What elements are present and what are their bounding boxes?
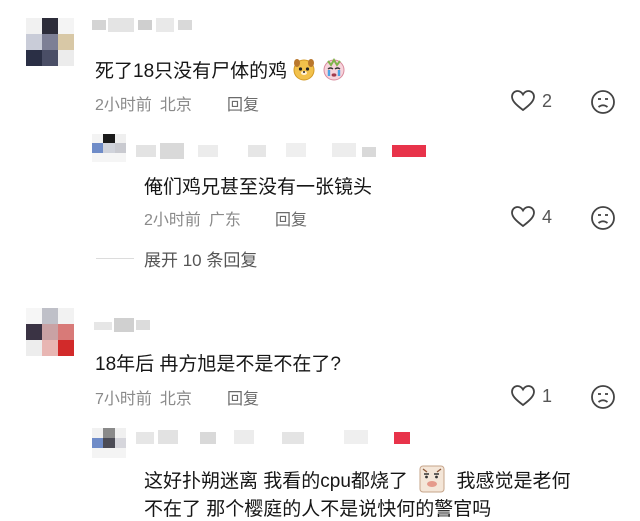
username[interactable] — [94, 318, 154, 332]
heart-icon — [511, 206, 535, 228]
timestamp: 2小时前 — [144, 212, 201, 229]
dislike-button[interactable] — [590, 205, 616, 236]
expand-replies-label: 展开 10 条回复 — [144, 251, 258, 270]
timestamp: 7小时前 — [95, 391, 152, 408]
frown-face-icon — [591, 90, 615, 114]
crying-face-emoji-icon — [322, 57, 346, 87]
like-button[interactable]: 2 — [510, 89, 552, 113]
timestamp: 2小时前 — [95, 97, 152, 114]
dog-face-emoji-icon — [292, 57, 316, 87]
dislike-button[interactable] — [590, 89, 616, 120]
reply-avatar[interactable] — [92, 134, 126, 162]
reply-button[interactable]: 回复 — [227, 385, 259, 409]
username[interactable] — [92, 18, 202, 32]
location: 北京 — [159, 391, 192, 408]
avatar[interactable] — [26, 308, 74, 356]
dislike-button[interactable] — [590, 384, 616, 415]
reply-username[interactable] — [136, 143, 436, 159]
reply-meta: 2小时前 广东 — [144, 206, 241, 230]
avatar[interactable] — [26, 18, 74, 66]
comment-text: 18年后 冉方旭是不是不在了? — [95, 354, 341, 375]
comment-meta: 7小时前 北京 — [95, 385, 192, 409]
comment-text: 死了18只没有尸体的鸡 — [95, 56, 346, 87]
expand-replies-button[interactable]: 展开 10 条回复 — [96, 246, 257, 271]
like-button[interactable]: 4 — [510, 205, 552, 229]
comment-meta: 2小时前 北京 — [95, 91, 192, 115]
reply-text: 俺们鸡兄甚至没有一张镜头 — [144, 177, 373, 198]
heart-icon — [511, 385, 535, 407]
expand-divider — [96, 258, 134, 259]
frown-face-icon — [591, 206, 615, 230]
like-count: 1 — [542, 385, 553, 406]
heart-icon — [511, 90, 535, 112]
reply-avatar[interactable] — [92, 428, 126, 458]
reply-username[interactable] — [136, 430, 416, 446]
like-button[interactable]: 1 — [510, 384, 552, 408]
location: 广东 — [208, 212, 241, 229]
reply-button[interactable]: 回复 — [275, 206, 307, 230]
reply-button[interactable]: 回复 — [227, 91, 259, 115]
like-count: 2 — [542, 90, 553, 111]
reply-text-line2: 不在了 那个樱庭的人不是说快何的警官吗 — [144, 499, 492, 520]
like-count: 4 — [542, 206, 553, 227]
frown-face-icon — [591, 385, 615, 409]
location: 北京 — [159, 97, 192, 114]
